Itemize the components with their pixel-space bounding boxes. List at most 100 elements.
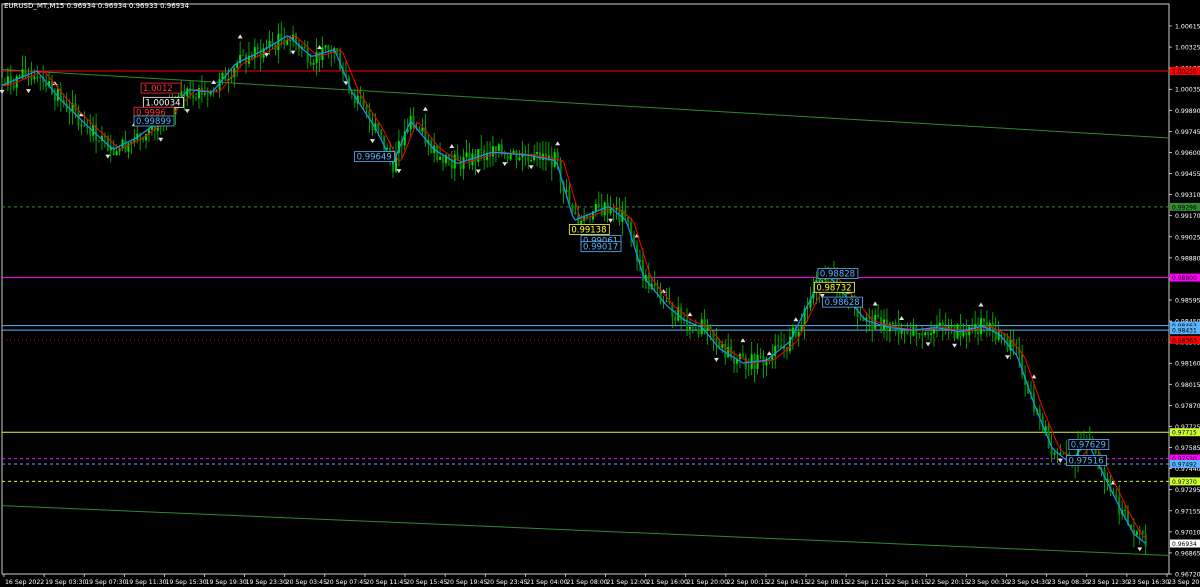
fractal-arrow bbox=[608, 218, 614, 223]
candle-body bbox=[1053, 452, 1056, 455]
y-tick-label: 0.99025 bbox=[1175, 234, 1200, 241]
candle-body bbox=[515, 150, 518, 160]
x-tick-label: 23 Sep 00:30 bbox=[967, 579, 1008, 586]
x-tick-label: 22 Sep 16:15 bbox=[887, 579, 928, 586]
x-tick-label: 19 Sep 15:30 bbox=[165, 579, 206, 586]
price-marker-label: 1.0012 bbox=[143, 84, 173, 94]
price-level-label: 0.98363 bbox=[1172, 337, 1197, 344]
candle-body bbox=[1115, 494, 1118, 497]
y-tick-label: 1.00325 bbox=[1175, 45, 1200, 52]
candle-body bbox=[1144, 533, 1147, 547]
x-tick-label: 19 Sep 19:30 bbox=[206, 579, 247, 586]
candle-body bbox=[574, 211, 577, 215]
x-tick-label: 21 Sep 08:00 bbox=[566, 579, 607, 586]
y-tick-label: 0.98595 bbox=[1175, 298, 1200, 305]
candle-body bbox=[715, 338, 718, 342]
fractal-arrow bbox=[1057, 458, 1063, 463]
x-tick-label: 21 Sep 20:00 bbox=[687, 579, 728, 586]
candle-body bbox=[242, 54, 245, 56]
candle-body bbox=[477, 149, 480, 162]
candle-body bbox=[747, 368, 750, 370]
fractal-arrow bbox=[502, 162, 508, 167]
fractal-arrow bbox=[25, 89, 31, 94]
candle-body bbox=[609, 208, 612, 214]
fractal-arrow bbox=[713, 357, 719, 362]
fractal-arrow bbox=[793, 317, 799, 322]
candle-body bbox=[1141, 530, 1144, 534]
candle-body bbox=[912, 326, 915, 336]
candle-body bbox=[891, 323, 894, 325]
candle-body bbox=[597, 204, 600, 208]
candle-body bbox=[1124, 509, 1127, 511]
candle-body bbox=[506, 155, 509, 160]
candle-body bbox=[12, 85, 15, 88]
y-tick-label: 0.99310 bbox=[1175, 192, 1200, 199]
candle-body bbox=[192, 94, 195, 99]
price-marker-label: 0.98732 bbox=[816, 283, 851, 293]
price-marker-label: 0.97629 bbox=[1071, 440, 1106, 450]
fractal-arrow bbox=[740, 338, 746, 343]
x-tick-label: 20 Sep 07:45 bbox=[326, 579, 367, 586]
price-marker-label: 0.98628 bbox=[825, 298, 860, 308]
candle-body bbox=[83, 124, 86, 127]
candle-body bbox=[327, 45, 330, 50]
price-marker-label: 0.99017 bbox=[583, 243, 618, 253]
x-tick-label: 21 Sep 04:00 bbox=[526, 579, 567, 586]
x-tick-label: 21 Sep 12:00 bbox=[607, 579, 648, 586]
x-tick-label: 22 Sep 12:15 bbox=[847, 579, 888, 586]
candle-body bbox=[741, 353, 744, 358]
x-tick-label: 22 Sep 04:15 bbox=[767, 579, 808, 586]
candle-body bbox=[777, 345, 780, 347]
candle-body bbox=[509, 153, 512, 160]
fractal-arrow bbox=[264, 52, 270, 57]
price-marker-label: 1.00034 bbox=[145, 98, 180, 108]
candle-body bbox=[536, 152, 539, 155]
y-tick-label: 0.96865 bbox=[1175, 550, 1200, 557]
fractal-arrow bbox=[396, 169, 402, 174]
candle-body bbox=[874, 315, 877, 330]
candle-body bbox=[33, 76, 36, 79]
candle-body bbox=[900, 330, 903, 334]
y-tick-label: 0.98160 bbox=[1175, 361, 1200, 368]
candle-body bbox=[894, 323, 897, 325]
candle-body bbox=[465, 152, 468, 158]
price-marker-label: 0.99138 bbox=[571, 225, 606, 235]
candle-body bbox=[527, 156, 530, 162]
y-tick-label: 0.99890 bbox=[1175, 108, 1200, 115]
y-tick-label: 0.97295 bbox=[1175, 487, 1200, 494]
candle-body bbox=[98, 140, 101, 142]
candle-body bbox=[80, 124, 83, 126]
fractal-arrow bbox=[317, 45, 323, 50]
candle-body bbox=[953, 325, 956, 339]
fractal-arrow bbox=[952, 343, 958, 348]
price-chart[interactable]: 1.006151.003251.001801.000350.998900.997… bbox=[0, 0, 1200, 587]
candle-body bbox=[665, 301, 668, 302]
x-tick-label: 22 Sep 20:15 bbox=[927, 579, 968, 586]
price-level-label: 0.99296 bbox=[1172, 204, 1197, 211]
candle-body bbox=[124, 139, 127, 152]
candle-body bbox=[497, 144, 500, 151]
y-tick-label: 0.97585 bbox=[1175, 445, 1200, 452]
candle-body bbox=[550, 155, 553, 167]
candle-body bbox=[439, 156, 442, 160]
candle-body bbox=[503, 153, 506, 156]
y-tick-label: 0.99170 bbox=[1175, 213, 1200, 220]
fractal-arrow bbox=[422, 106, 428, 111]
fractal-arrow bbox=[872, 301, 878, 306]
candle-body bbox=[697, 329, 700, 335]
x-tick-label: 19 Sep 03:30 bbox=[45, 579, 86, 586]
candle-body bbox=[53, 93, 56, 101]
price-marker-label: 0.98828 bbox=[820, 270, 855, 280]
candle-body bbox=[253, 47, 256, 59]
fractal-arrow bbox=[475, 169, 481, 174]
fractal-arrow bbox=[1137, 547, 1143, 552]
candle-body bbox=[365, 105, 368, 110]
candle-body bbox=[909, 334, 912, 336]
x-tick-label: 22 Sep 08:15 bbox=[807, 579, 848, 586]
candle-body bbox=[688, 326, 691, 330]
x-tick-label: 20 Sep 11:45 bbox=[366, 579, 407, 586]
candle-body bbox=[203, 93, 206, 95]
candle-body bbox=[39, 77, 42, 79]
y-tick-label: 0.97870 bbox=[1175, 403, 1200, 410]
candle-body bbox=[653, 283, 656, 287]
